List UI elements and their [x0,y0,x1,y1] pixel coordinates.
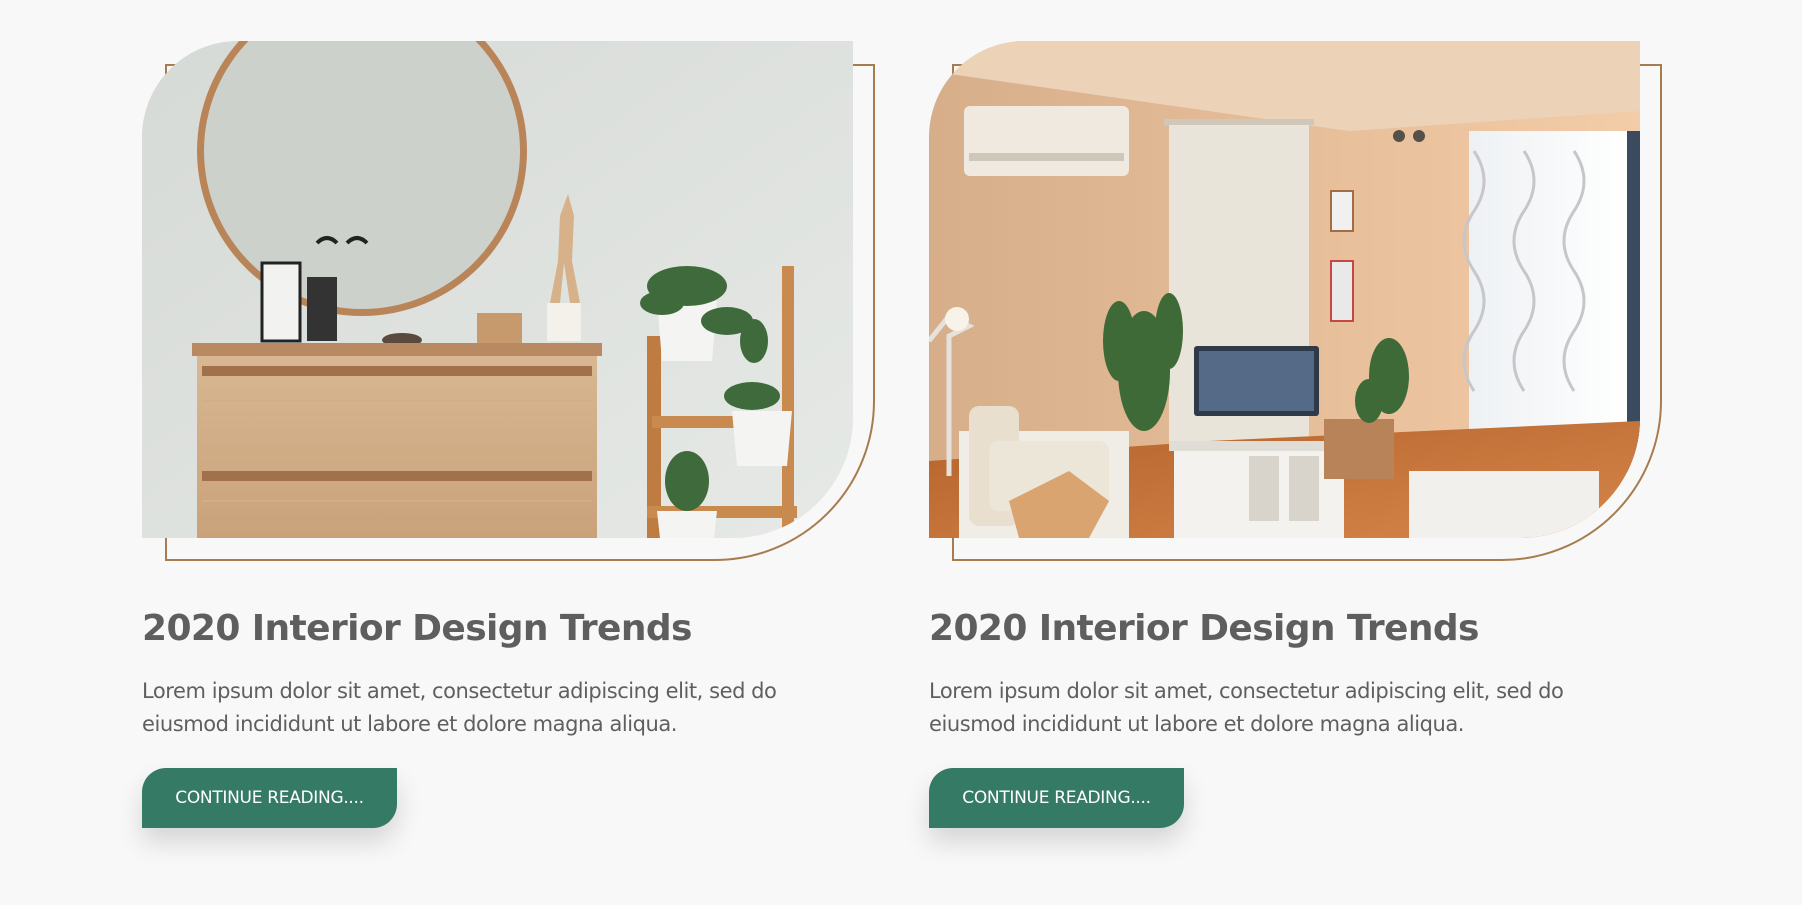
living-room-photo [929,41,1640,538]
post-image[interactable] [929,41,1640,538]
post-image-frame [142,41,875,561]
bedroom-photo [142,41,853,538]
post-title[interactable]: 2020 Interior Design Trends [142,608,892,649]
blog-post-card: 2020 Interior Design Trends Lorem ipsum … [142,41,892,829]
post-image[interactable] [142,41,853,538]
continue-reading-button[interactable]: CONTINUE READING.... [142,768,397,829]
blog-post-grid: 2020 Interior Design Trends Lorem ipsum … [0,0,1802,905]
continue-reading-button[interactable]: CONTINUE READING.... [929,768,1184,829]
blog-post-card: 2020 Interior Design Trends Lorem ipsum … [929,41,1679,829]
post-title[interactable]: 2020 Interior Design Trends [929,608,1679,649]
post-excerpt: Lorem ipsum dolor sit amet, consectetur … [142,679,777,737]
post-excerpt: Lorem ipsum dolor sit amet, consectetur … [929,679,1564,737]
post-image-frame [929,41,1662,561]
